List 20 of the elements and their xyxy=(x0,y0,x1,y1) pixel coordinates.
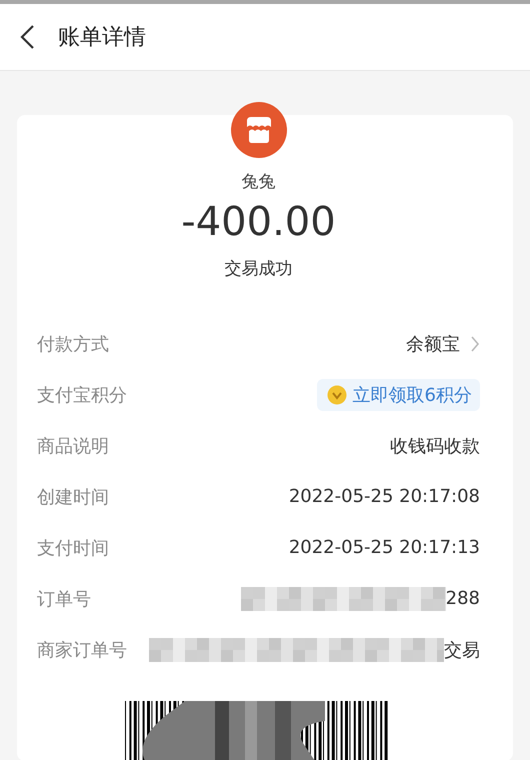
chevron-right-icon xyxy=(470,336,480,352)
row-label: 支付时间 xyxy=(37,536,109,560)
row-value: 2022-05-25 20:17:08 xyxy=(288,486,480,507)
row-label: 付款方式 xyxy=(37,332,109,356)
merchant-name: 兔兔 xyxy=(242,171,276,193)
row-label: 商品说明 xyxy=(37,434,109,458)
row-value: 2022-05-25 20:17:13 xyxy=(288,537,480,558)
row-label: 支付宝积分 xyxy=(37,384,127,406)
row-value: 交易 xyxy=(444,638,480,662)
row-value: 288 xyxy=(446,588,480,609)
payment-method[interactable]: 余额宝 xyxy=(406,332,460,356)
amount: -400.00 xyxy=(181,199,336,245)
page-title: 账单详情 xyxy=(58,24,146,52)
claim-points-button[interactable]: 立即领取6积分 xyxy=(316,378,480,410)
transaction-status: 交易成功 xyxy=(224,258,292,280)
row-label: 订单号 xyxy=(37,588,91,610)
coin-icon xyxy=(326,384,347,404)
row-label: 创建时间 xyxy=(37,486,109,508)
row-label: 商家订单号 xyxy=(37,638,127,662)
row-value: 收钱码收款 xyxy=(390,434,480,458)
